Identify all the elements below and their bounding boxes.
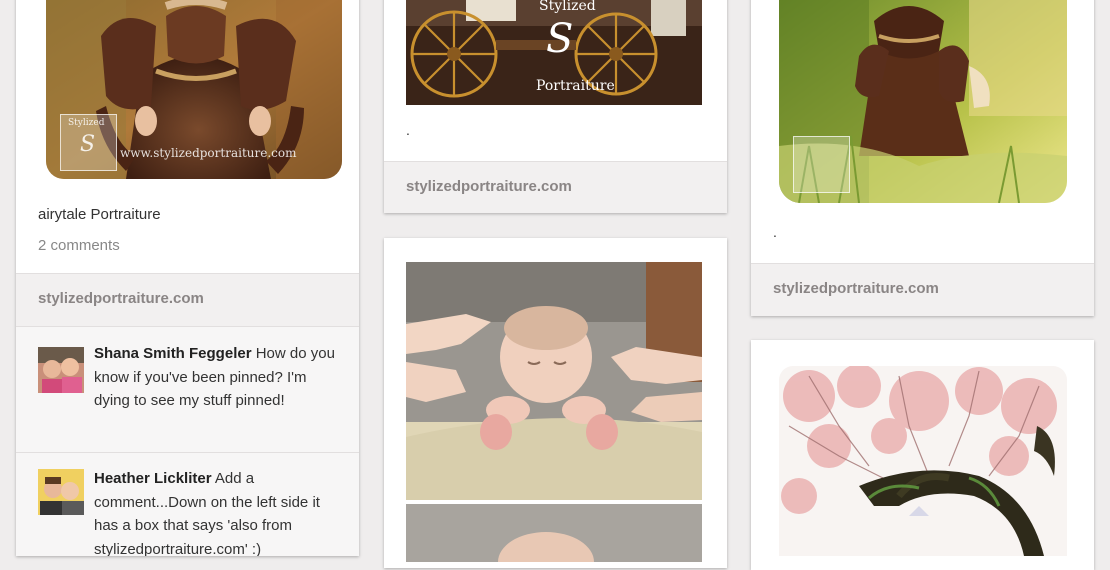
comment-text: Shana Smith Feggeler How do you know if …	[94, 342, 341, 413]
comment-author[interactable]: Heather Lickliter	[94, 470, 212, 487]
pin-card-portrait[interactable]: S Stylized www.stylizedportraiture.com a…	[16, 0, 359, 556]
watermark-url: www.stylizedportraiture.com	[120, 146, 297, 160]
pin-source-link[interactable]: stylizedportraiture.com	[406, 178, 572, 195]
pin-card-wagon[interactable]: Stylized S Portraiture . stylizedportrai…	[384, 0, 727, 213]
pin-image-wagon[interactable]: Stylized S Portraiture	[406, 0, 702, 105]
pin-source-link[interactable]: stylizedportraiture.com	[773, 280, 939, 297]
comment-author[interactable]: Shana Smith Feggeler	[94, 345, 252, 362]
pin-card-tree[interactable]	[751, 340, 1094, 570]
pin-source-bar[interactable]: stylizedportraiture.com	[384, 161, 727, 213]
pin-caption: .	[406, 122, 410, 138]
tree-photo	[779, 366, 1067, 556]
watermark-brand-bottom: Portraiture	[536, 78, 615, 94]
avatar[interactable]	[38, 347, 84, 393]
pin-caption: .	[773, 224, 777, 240]
newborn-photo	[406, 262, 702, 562]
watermark-brand: Stylized	[68, 118, 105, 128]
pin-caption: airytale Portraiture	[38, 206, 161, 223]
comment-item: Shana Smith Feggeler How do you know if …	[16, 326, 359, 453]
avatar[interactable]	[38, 469, 84, 515]
pin-source-bar[interactable]: stylizedportraiture.com	[16, 273, 359, 326]
pin-source-bar[interactable]: stylizedportraiture.com	[751, 263, 1094, 316]
pin-image-girl-brown-dress[interactable]: S Stylized www.stylizedportraiture.com	[46, 0, 342, 179]
pin-image-newborn[interactable]	[406, 262, 702, 562]
watermark-logo: S	[546, 16, 574, 62]
pin-comments-count[interactable]: 2 comments	[38, 237, 120, 254]
comment-text: Heather Lickliter Add a comment...Down o…	[94, 467, 341, 556]
watermark-logo-box	[793, 136, 850, 193]
watermark-logo: S	[80, 132, 96, 157]
comment-item: Heather Lickliter Add a comment...Down o…	[16, 452, 359, 556]
pin-card-field[interactable]: . stylizedportraiture.com	[751, 0, 1094, 316]
pin-image-girl-field[interactable]	[779, 0, 1067, 203]
pin-card-baby[interactable]	[384, 238, 727, 568]
pin-source-link[interactable]: stylizedportraiture.com	[38, 290, 204, 307]
pin-image-blossom-tree[interactable]	[779, 366, 1067, 556]
watermark-brand-top: Stylized	[539, 0, 596, 14]
